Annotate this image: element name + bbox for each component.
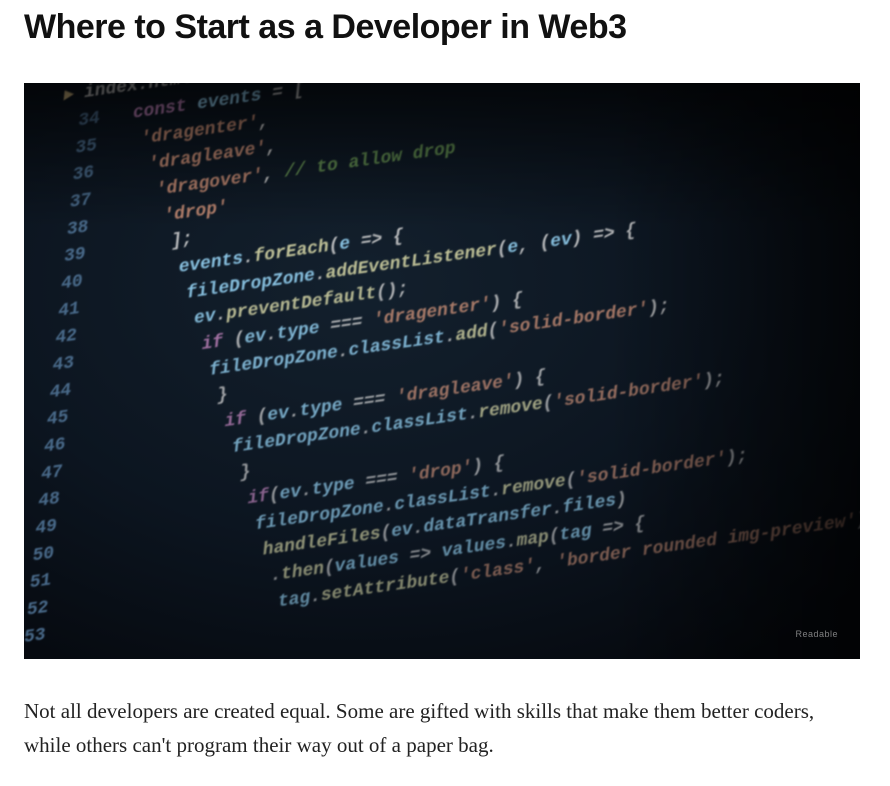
hero-code-image: ▸ index.html 34const events = [35 'drage… [24, 83, 860, 659]
article-paragraph: Not all developers are created equal. So… [24, 695, 860, 762]
code-editor-illustration: ▸ index.html 34const events = [35 'drage… [24, 83, 860, 659]
article-title: Where to Start as a Developer in Web3 [24, 8, 866, 47]
hero-watermark: Readable [795, 629, 838, 639]
